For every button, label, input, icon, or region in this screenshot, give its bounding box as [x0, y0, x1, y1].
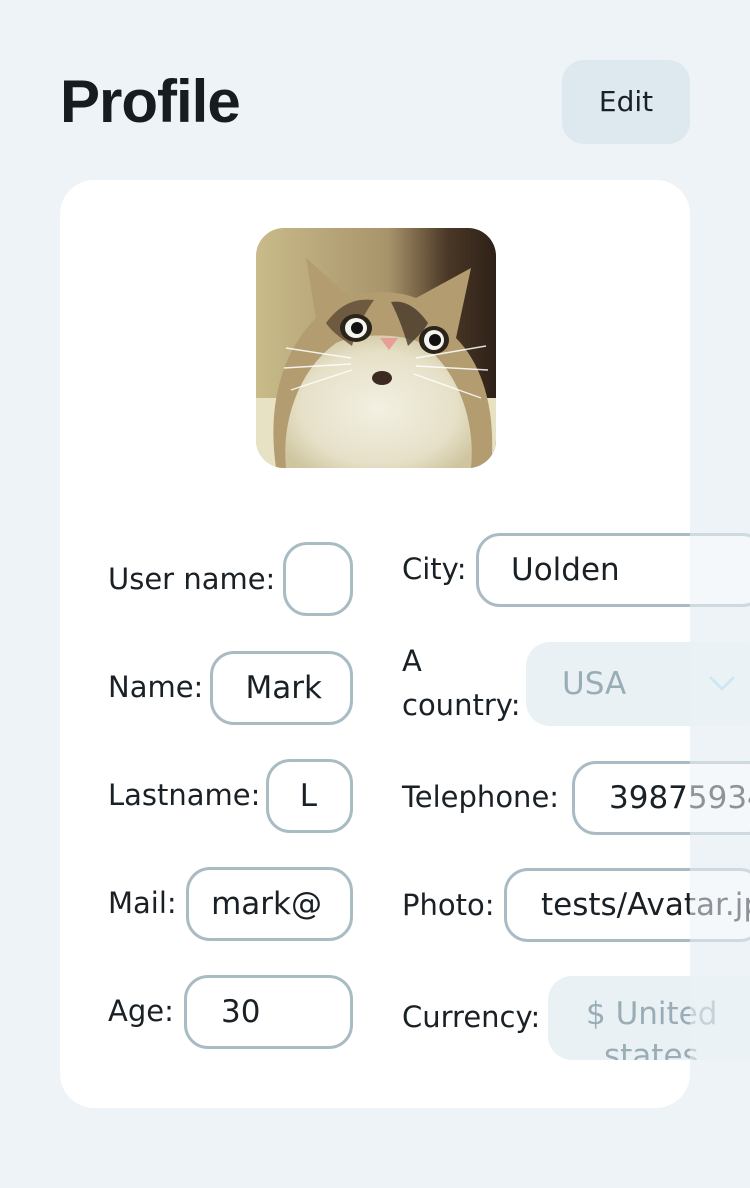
lastname-input[interactable]: L — [266, 759, 353, 833]
currency-label: Currency: — [402, 1000, 541, 1034]
name-input[interactable]: Mark — [210, 651, 353, 725]
country-label-line2: country: — [402, 688, 521, 722]
age-label: Age: — [108, 994, 174, 1028]
country-select-value: USA — [562, 666, 627, 702]
age-input[interactable]: 30 — [184, 975, 353, 1049]
telephone-input[interactable]: 39875934 — [572, 761, 750, 835]
city-label: City: — [402, 552, 467, 586]
currency-select[interactable]: $ United states — [548, 976, 750, 1060]
photo-input[interactable]: tests/Avatar.jpg — [504, 868, 750, 942]
username-label: User name: — [108, 562, 276, 596]
page-title: Profile — [60, 68, 241, 135]
edit-button[interactable]: Edit — [562, 60, 690, 144]
avatar — [256, 228, 496, 468]
country-label-line1: A — [402, 644, 422, 678]
lastname-label: Lastname: — [108, 778, 261, 812]
username-input[interactable] — [283, 542, 353, 616]
mail-input[interactable]: mark@ — [186, 867, 353, 941]
photo-label: Photo: — [402, 888, 495, 922]
currency-select-value-line2: states — [604, 1038, 699, 1060]
mail-label: Mail: — [108, 886, 177, 920]
currency-select-value-line1: $ United — [586, 996, 718, 1032]
city-input[interactable]: Uolden — [476, 533, 750, 607]
country-select[interactable]: USA — [526, 642, 750, 726]
cat-photo-icon — [256, 228, 496, 468]
name-label: Name: — [108, 670, 204, 704]
telephone-label: Telephone: — [402, 780, 560, 814]
chevron-down-icon — [709, 676, 735, 691]
